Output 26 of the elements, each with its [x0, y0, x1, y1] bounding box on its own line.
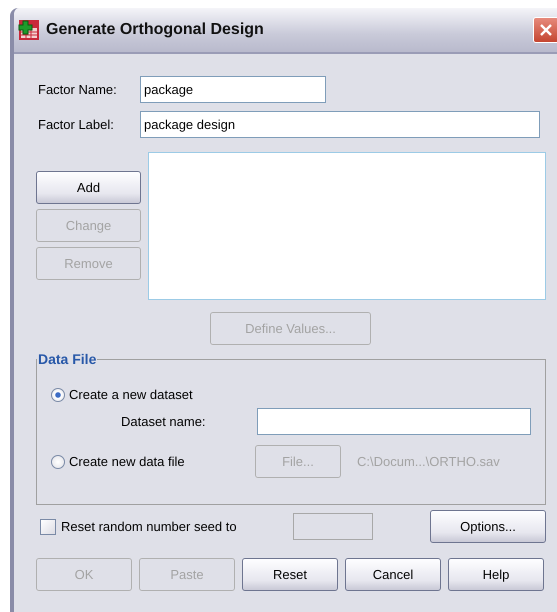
radio-label: Create a new dataset — [69, 387, 193, 402]
file-path: C:\Docum...\ORTHO.sav — [357, 454, 500, 469]
window-title: Generate Orthogonal Design — [46, 21, 265, 39]
seed-field[interactable] — [293, 513, 373, 540]
radio-button[interactable] — [51, 454, 65, 468]
close-button[interactable] — [533, 17, 557, 43]
cancel-button[interactable]: Cancel — [345, 558, 441, 591]
reset-button[interactable]: Reset — [242, 558, 338, 591]
seed-label: Reset random number seed to — [61, 519, 238, 534]
options-button[interactable]: Options... — [430, 510, 546, 543]
help-button[interactable]: Help — [448, 558, 544, 591]
app-icon — [18, 19, 40, 41]
group-title: Data File — [37, 351, 98, 367]
radio-button[interactable] — [51, 388, 65, 402]
radio-option[interactable]: Create new data file — [51, 454, 255, 469]
factor-name-label: Factor Name: — [37, 82, 118, 97]
factor-label-label: Factor Label: — [37, 117, 115, 132]
add-button[interactable]: Add — [36, 171, 141, 204]
factor-label-field[interactable]: package design — [140, 111, 540, 138]
factor-name-field[interactable]: package — [140, 76, 326, 103]
dataset-name-label: Dataset name: — [121, 414, 207, 429]
dataset-name-field[interactable] — [257, 408, 531, 435]
checkbox[interactable] — [40, 518, 56, 534]
radio-option[interactable]: Create a new dataset — [51, 387, 545, 402]
close-icon — [539, 23, 553, 37]
radio-label: Create new data file — [69, 454, 185, 469]
